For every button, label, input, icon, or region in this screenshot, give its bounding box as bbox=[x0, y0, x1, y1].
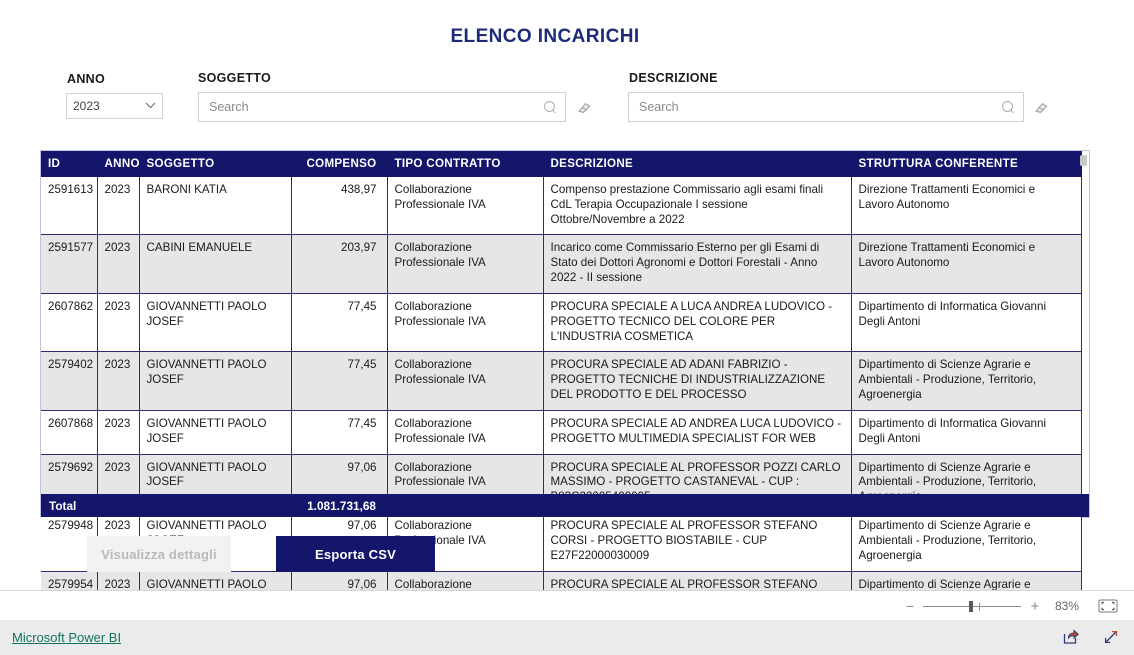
cell-compenso: 77,45 bbox=[291, 410, 388, 455]
chevron-down-icon bbox=[145, 101, 156, 112]
cell-struttura: Dipartimento di Scienze Agrarie e Ambien… bbox=[851, 351, 1082, 411]
share-icon[interactable] bbox=[1062, 628, 1080, 646]
cell-compenso: 438,97 bbox=[291, 177, 388, 236]
cell-descrizione: PROCURA SPECIALE AD ANDREA LUCA LUDOVICO… bbox=[543, 410, 852, 455]
cell-tipo-contratto: Collaborazione Professionale IVA bbox=[387, 351, 544, 411]
zoom-slider-thumb[interactable] bbox=[969, 601, 973, 612]
footer-icon-group bbox=[1062, 628, 1120, 646]
anno-dropdown[interactable]: 2023 bbox=[66, 93, 163, 119]
cell-descrizione: PROCURA SPECIALE A LUCA ANDREA LUDOVICO … bbox=[543, 293, 852, 353]
fullscreen-icon[interactable] bbox=[1102, 628, 1120, 646]
cell-anno: 2023 bbox=[97, 177, 140, 236]
soggetto-filter-label: SOGGETTO bbox=[198, 71, 272, 85]
anno-filter-label: ANNO bbox=[67, 72, 106, 86]
table-row[interactable]: 2607862 2023 GIOVANNETTI PAOLO JOSEF 77,… bbox=[41, 293, 1082, 353]
anno-selected-value: 2023 bbox=[73, 99, 100, 113]
scrollbar-thumb[interactable] bbox=[1080, 155, 1087, 166]
column-header-descrizione[interactable]: DESCRIZIONE bbox=[543, 151, 852, 177]
zoom-in-button[interactable]: + bbox=[1030, 599, 1040, 614]
cell-id: 2579402 bbox=[41, 351, 98, 411]
column-header-tipo-contratto[interactable]: TIPO CONTRATTO bbox=[387, 151, 544, 177]
cell-soggetto: GIOVANNETTI PAOLO JOSEF bbox=[139, 293, 292, 353]
microsoft-power-bi-link[interactable]: Microsoft Power BI bbox=[12, 630, 121, 645]
table-header-row: ID ANNO SOGGETTO COMPENSO TIPO CONTRATTO… bbox=[41, 151, 1082, 177]
cell-soggetto: GIOVANNETTI PAOLO JOSEF bbox=[139, 410, 292, 455]
descrizione-search-box[interactable] bbox=[628, 92, 1024, 122]
cell-soggetto: GIOVANNETTI PAOLO JOSEF bbox=[139, 351, 292, 411]
cell-anno: 2023 bbox=[97, 351, 140, 411]
column-header-compenso[interactable]: COMPENSO bbox=[291, 151, 388, 177]
zoom-out-button[interactable]: − bbox=[906, 599, 914, 613]
zoom-slider-tick bbox=[979, 602, 980, 611]
cell-compenso: 77,45 bbox=[291, 293, 388, 353]
cell-tipo-contratto: Collaborazione Professionale IVA bbox=[387, 177, 544, 236]
cell-descrizione: PROCURA SPECIALE AD ADANI FABRIZIO - PRO… bbox=[543, 351, 852, 411]
visualizza-dettagli-button[interactable]: Visualizza dettagli bbox=[87, 536, 231, 572]
column-header-struttura-conferente[interactable]: STRUTTURA CONFERENTE bbox=[851, 151, 1082, 177]
column-header-soggetto[interactable]: SOGGETTO bbox=[139, 151, 292, 177]
search-icon bbox=[544, 100, 557, 114]
descrizione-clear-eraser-icon[interactable] bbox=[1032, 98, 1050, 116]
column-header-id[interactable]: ID bbox=[41, 151, 98, 177]
report-canvas: ELENCO INCARICHI ANNO 2023 SOGGETTO DESC… bbox=[0, 0, 1134, 631]
cell-struttura: Dipartimento di Informatica Giovanni Deg… bbox=[851, 410, 1082, 455]
zoom-slider[interactable] bbox=[923, 600, 1021, 612]
cell-struttura: Dipartimento di Scienze Agrarie e Ambien… bbox=[851, 512, 1082, 572]
page-title: ELENCO INCARICHI bbox=[450, 26, 640, 47]
esporta-csv-button[interactable]: Esporta CSV bbox=[276, 536, 435, 572]
cell-struttura: Direzione Trattamenti Economici e Lavoro… bbox=[851, 234, 1082, 294]
fit-to-page-icon[interactable] bbox=[1098, 599, 1118, 613]
cell-id: 2607862 bbox=[41, 293, 98, 353]
cell-id: 2591613 bbox=[41, 177, 98, 236]
cell-anno: 2023 bbox=[97, 410, 140, 455]
search-icon bbox=[1002, 100, 1015, 114]
table-row[interactable]: 2579402 2023 GIOVANNETTI PAOLO JOSEF 77,… bbox=[41, 351, 1082, 411]
column-header-anno[interactable]: ANNO bbox=[97, 151, 140, 177]
powerbi-footer: Microsoft Power BI bbox=[0, 620, 1134, 655]
cell-anno: 2023 bbox=[97, 234, 140, 294]
cell-struttura: Direzione Trattamenti Economici e Lavoro… bbox=[851, 177, 1082, 236]
status-bar: − + 83% bbox=[0, 590, 1134, 620]
table-header: ID ANNO SOGGETTO COMPENSO TIPO CONTRATTO… bbox=[41, 151, 1082, 177]
table-total-row: Total 1.081.731,68 bbox=[41, 494, 1089, 517]
cell-anno: 2023 bbox=[97, 293, 140, 353]
total-label: Total bbox=[49, 498, 77, 513]
soggetto-search-box[interactable] bbox=[198, 92, 566, 122]
table-vertical-scrollbar[interactable] bbox=[1079, 152, 1088, 518]
cell-struttura: Dipartimento di Informatica Giovanni Deg… bbox=[851, 293, 1082, 353]
cell-id: 2607868 bbox=[41, 410, 98, 455]
cell-tipo-contratto: Collaborazione Professionale IVA bbox=[387, 410, 544, 455]
cell-descrizione: Incarico come Commissario Esterno per gl… bbox=[543, 234, 852, 294]
descrizione-search-input[interactable] bbox=[637, 99, 1002, 115]
cell-descrizione: Compenso prestazione Commissario agli es… bbox=[543, 177, 852, 236]
cell-descrizione: PROCURA SPECIALE AL PROFESSOR STEFANO CO… bbox=[543, 512, 852, 572]
cell-soggetto: CABINI EMANUELE bbox=[139, 234, 292, 294]
cell-compenso: 77,45 bbox=[291, 351, 388, 411]
incarichi-table[interactable]: ID ANNO SOGGETTO COMPENSO TIPO CONTRATTO… bbox=[40, 150, 1090, 631]
visualizza-dettagli-label: Visualizza dettagli bbox=[101, 546, 217, 562]
total-compenso-value: 1.081.731,68 bbox=[307, 498, 376, 513]
report-page: ELENCO INCARICHI ANNO 2023 SOGGETTO DESC… bbox=[0, 0, 1134, 655]
zoom-percent-label: 83% bbox=[1054, 599, 1079, 613]
soggetto-clear-eraser-icon[interactable] bbox=[575, 98, 593, 116]
table-row[interactable]: 2607868 2023 GIOVANNETTI PAOLO JOSEF 77,… bbox=[41, 410, 1082, 455]
zoom-controls: − + 83% bbox=[906, 591, 1118, 621]
table-row[interactable]: 2591613 2023 BARONI KATIA 438,97 Collabo… bbox=[41, 177, 1082, 236]
cell-soggetto: BARONI KATIA bbox=[139, 177, 292, 236]
table-row[interactable]: 2591577 2023 CABINI EMANUELE 203,97 Coll… bbox=[41, 234, 1082, 294]
cell-tipo-contratto: Collaborazione Professionale IVA bbox=[387, 234, 544, 294]
soggetto-search-input[interactable] bbox=[207, 99, 544, 115]
descrizione-filter-label: DESCRIZIONE bbox=[629, 71, 718, 85]
esporta-csv-label: Esporta CSV bbox=[315, 546, 396, 562]
cell-id: 2591577 bbox=[41, 234, 98, 294]
cell-compenso: 203,97 bbox=[291, 234, 388, 294]
cell-tipo-contratto: Collaborazione Professionale IVA bbox=[387, 293, 544, 353]
